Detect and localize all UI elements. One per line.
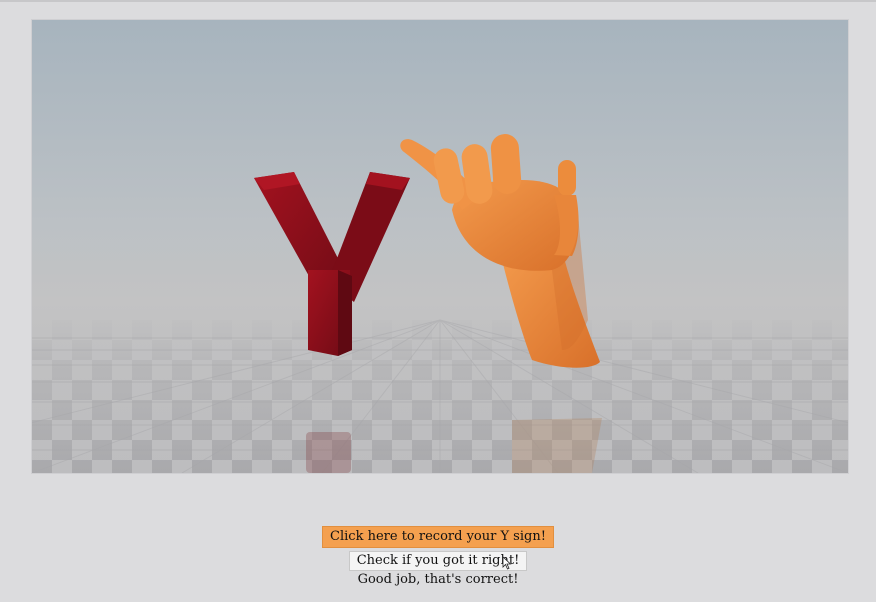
window-top-border <box>0 0 876 2</box>
checkered-floor <box>32 310 848 473</box>
sign-3d-scene <box>32 20 848 473</box>
feedback-message: Good job, that's correct! <box>357 572 519 587</box>
check-answer-button[interactable]: Check if you got it right! <box>348 551 528 571</box>
mouse-pointer-icon <box>502 556 512 570</box>
record-sign-button[interactable]: Click here to record your Y sign! <box>322 526 554 548</box>
sign-3d-viewport <box>31 19 849 474</box>
controls-panel: Click here to record your Y sign! Check … <box>0 525 876 588</box>
